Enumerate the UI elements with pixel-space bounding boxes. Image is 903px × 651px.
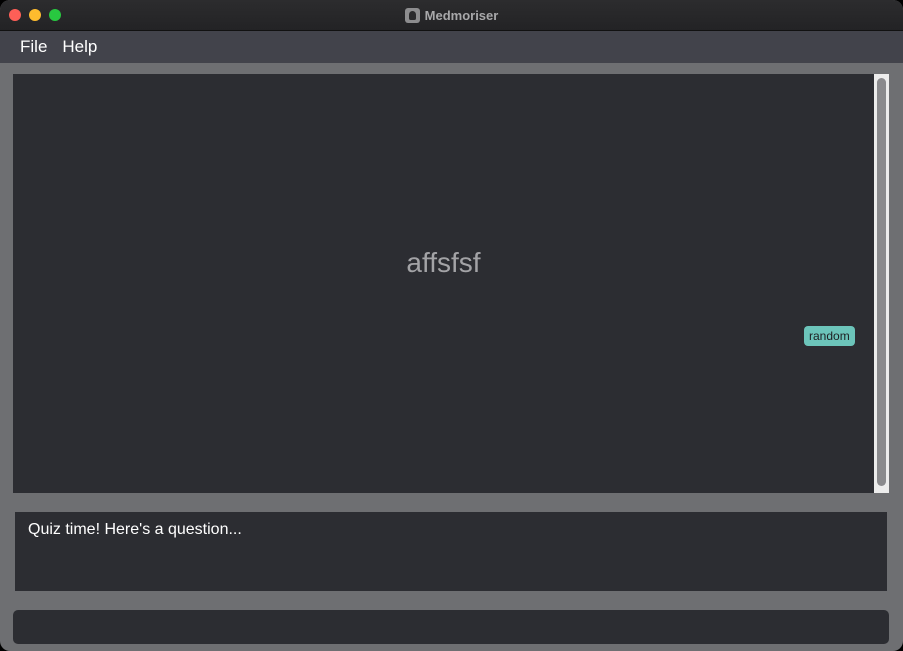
- result-text: Quiz time! Here's a question...: [28, 521, 242, 538]
- menu-bar: File Help: [0, 31, 903, 63]
- scrollbar-thumb[interactable]: [877, 78, 886, 486]
- command-input[interactable]: [13, 610, 889, 644]
- result-display: Quiz time! Here's a question...: [15, 512, 887, 591]
- tag-badge: random: [804, 326, 855, 346]
- title-bar[interactable]: Medmoriser: [0, 0, 903, 31]
- window-title-group: Medmoriser: [0, 0, 903, 30]
- menu-file[interactable]: File: [20, 37, 47, 57]
- app-window: Medmoriser File Help affsfsf random Quiz…: [0, 0, 903, 651]
- question-display-panel: affsfsf random: [13, 74, 874, 493]
- question-text: affsfsf: [406, 247, 481, 278]
- vertical-scrollbar[interactable]: [874, 74, 889, 493]
- app-icon: [404, 7, 420, 23]
- window-title: Medmoriser: [424, 7, 499, 23]
- menu-help[interactable]: Help: [62, 37, 97, 57]
